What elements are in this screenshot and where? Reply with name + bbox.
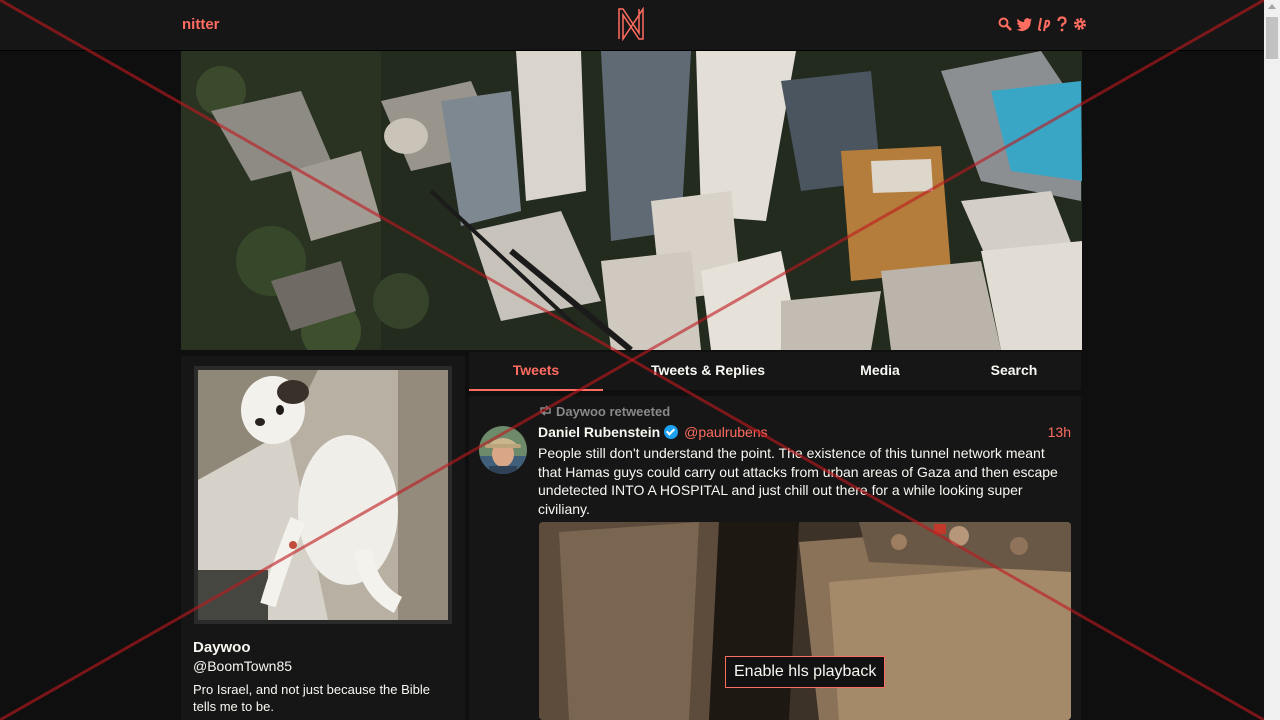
tweet-author: Daniel Rubenstein @paulrubens	[538, 424, 768, 440]
scroll-up-arrow-icon[interactable]	[1268, 4, 1276, 9]
page-scrollbar[interactable]	[1264, 0, 1280, 720]
tweet-author-handle[interactable]: @paulrubens	[684, 424, 768, 440]
scroll-thumb[interactable]	[1266, 17, 1278, 59]
search-icon[interactable]	[998, 16, 1012, 32]
tweet-text: People still don't understand the point.…	[538, 445, 1058, 517]
profile-banner[interactable]	[181, 51, 1082, 350]
retweet-header: Daywoo retweeted	[539, 404, 670, 419]
nav-icons	[998, 16, 1087, 32]
profile-bio: Pro Israel, and not just because the Bib…	[193, 682, 431, 714]
twitter-icon[interactable]	[1016, 16, 1033, 32]
enable-hls-button[interactable]: Enable hls playback	[725, 656, 886, 688]
retweet-label[interactable]: Daywoo retweeted	[556, 404, 670, 419]
liberapay-icon[interactable]	[1037, 16, 1051, 32]
tweet-date[interactable]: 13h	[1048, 424, 1071, 440]
profile-tabs: Tweets Tweets & Replies Media Search	[469, 352, 1081, 391]
timeline: Daywoo retweeted Daniel Rubenstein @paul…	[469, 396, 1081, 720]
nitter-logo-icon[interactable]	[617, 6, 645, 46]
verified-icon	[664, 425, 679, 439]
tweet-author-name[interactable]: Daniel Rubenstein	[538, 424, 660, 440]
profile-avatar[interactable]	[194, 366, 452, 624]
retweet-icon	[539, 404, 552, 419]
tab-media[interactable]: Media	[814, 352, 946, 389]
tab-tweets-replies[interactable]: Tweets & Replies	[622, 352, 794, 389]
settings-icon[interactable]	[1073, 16, 1087, 32]
tweet-video[interactable]: Enable hls playback	[539, 522, 1071, 720]
tweet-author-avatar[interactable]	[479, 426, 527, 474]
tab-search[interactable]: Search	[947, 352, 1081, 389]
tab-tweets[interactable]: Tweets	[469, 352, 603, 391]
profile-card: Daywoo @BoomTown85 Pro Israel, and not j…	[181, 356, 465, 720]
help-icon[interactable]	[1055, 16, 1069, 32]
navbar: nitter	[0, 0, 1264, 51]
profile-name[interactable]: Daywoo	[193, 639, 251, 656]
profile-handle[interactable]: @BoomTown85	[193, 658, 292, 674]
nitter-home-link[interactable]: nitter	[182, 16, 220, 33]
